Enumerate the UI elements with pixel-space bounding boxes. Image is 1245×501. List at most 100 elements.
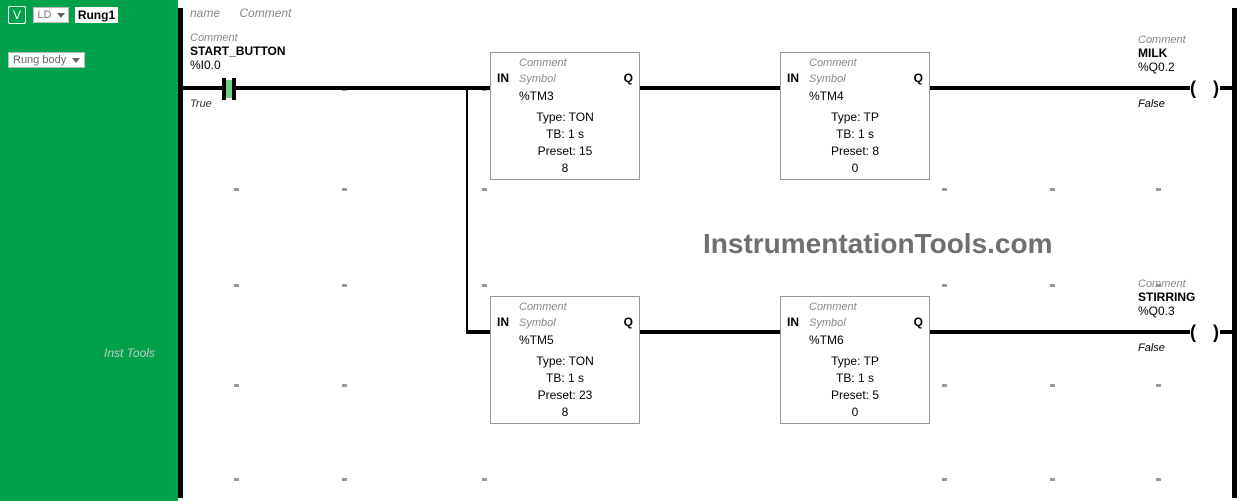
grid-dot bbox=[482, 188, 487, 191]
block-symbol-label: Symbol bbox=[519, 73, 556, 85]
wire bbox=[466, 330, 490, 334]
block-q-port: Q bbox=[914, 315, 923, 329]
timer-block-tm5[interactable]: Comment Symbol %TM5 IN Q Type: TON TB: 1… bbox=[490, 296, 640, 424]
grid-dot bbox=[342, 478, 347, 481]
chevron-down-icon bbox=[57, 13, 65, 18]
block-symbol: %TM6 bbox=[809, 333, 844, 347]
grid-dot bbox=[234, 384, 239, 387]
block-comment-label: Comment bbox=[809, 301, 857, 313]
grid-dot bbox=[1156, 384, 1161, 387]
right-power-rail bbox=[1232, 8, 1237, 498]
block-preset: Preset: 23 bbox=[491, 387, 639, 404]
grid-dot bbox=[342, 384, 347, 387]
grid-dot bbox=[482, 284, 487, 287]
grid-dot bbox=[1050, 188, 1055, 191]
grid-dot bbox=[1050, 478, 1055, 481]
coil-state: False bbox=[1138, 342, 1165, 354]
block-value: 8 bbox=[491, 404, 639, 421]
contact-comment-label: Comment bbox=[190, 32, 286, 44]
timer-block-tm6[interactable]: Comment Symbol %TM6 IN Q Type: TP TB: 1 … bbox=[780, 296, 930, 424]
block-symbol: %TM4 bbox=[809, 89, 844, 103]
start-contact-labels: Comment START_BUTTON %I0.0 bbox=[190, 32, 286, 72]
no-contact-start-button[interactable] bbox=[208, 78, 248, 100]
language-dropdown[interactable]: LD bbox=[33, 7, 69, 23]
block-type: Type: TON bbox=[491, 353, 639, 370]
grid-dot bbox=[1156, 478, 1161, 481]
block-type: Type: TP bbox=[781, 109, 929, 126]
grid-dot bbox=[482, 478, 487, 481]
wire bbox=[466, 86, 490, 90]
grid-dot bbox=[942, 284, 947, 287]
block-q-port: Q bbox=[624, 71, 633, 85]
grid-dot bbox=[1050, 384, 1055, 387]
block-q-port: Q bbox=[624, 315, 633, 329]
block-symbol-label: Symbol bbox=[809, 73, 846, 85]
wire bbox=[1220, 86, 1236, 90]
rung-view-value: Rung body bbox=[13, 54, 66, 66]
wire bbox=[1220, 330, 1236, 334]
block-preset: Preset: 15 bbox=[491, 143, 639, 160]
block-value: 8 bbox=[491, 160, 639, 177]
grid-dot bbox=[1050, 284, 1055, 287]
block-symbol-label: Symbol bbox=[519, 317, 556, 329]
block-symbol: %TM5 bbox=[519, 333, 554, 347]
left-power-rail bbox=[178, 8, 183, 498]
block-tb: TB: 1 s bbox=[491, 126, 639, 143]
block-tb: TB: 1 s bbox=[781, 370, 929, 387]
coil-comment-label: Comment bbox=[1138, 278, 1195, 290]
block-preset: Preset: 8 bbox=[781, 143, 929, 160]
wire bbox=[640, 330, 780, 334]
block-in-port: IN bbox=[497, 315, 509, 329]
wire bbox=[248, 86, 468, 90]
block-value: 0 bbox=[781, 404, 929, 421]
block-q-port: Q bbox=[914, 71, 923, 85]
validate-icon[interactable]: V bbox=[8, 6, 26, 24]
grid-dot bbox=[234, 188, 239, 191]
rung-header-labels: name Comment bbox=[190, 6, 307, 20]
coil-symbol: MILK bbox=[1138, 46, 1186, 60]
grid-dot bbox=[342, 284, 347, 287]
block-comment-label: Comment bbox=[519, 57, 567, 69]
timer-block-tm3[interactable]: Comment Symbol %TM3 IN Q Type: TON TB: 1… bbox=[490, 52, 640, 180]
watermark-text: InstrumentationTools.com bbox=[703, 228, 1053, 260]
ladder-editor[interactable]: name Comment Comment START_BUTTON %I0.0 … bbox=[178, 0, 1245, 501]
block-tb: TB: 1 s bbox=[491, 370, 639, 387]
block-params: Type: TON TB: 1 s Preset: 23 8 bbox=[491, 353, 639, 421]
coil-address: %Q0.3 bbox=[1138, 304, 1195, 318]
wire bbox=[466, 86, 468, 332]
block-in-port: IN bbox=[787, 71, 799, 85]
coil-address: %Q0.2 bbox=[1138, 60, 1186, 74]
coil-state: False bbox=[1138, 98, 1165, 110]
block-value: 0 bbox=[781, 160, 929, 177]
block-comment-label: Comment bbox=[809, 57, 857, 69]
block-type: Type: TP bbox=[781, 353, 929, 370]
sidebar: V LD Rung1 Rung body Inst Tools bbox=[0, 0, 178, 501]
block-preset: Preset: 5 bbox=[781, 387, 929, 404]
grid-dot bbox=[1156, 188, 1161, 191]
block-params: Type: TP TB: 1 s Preset: 5 0 bbox=[781, 353, 929, 421]
coil-symbol: STIRRING bbox=[1138, 290, 1195, 304]
header-name-label: name bbox=[190, 6, 220, 20]
contact-symbol: START_BUTTON bbox=[190, 44, 286, 58]
block-tb: TB: 1 s bbox=[781, 126, 929, 143]
block-symbol-label: Symbol bbox=[809, 317, 846, 329]
timer-block-tm4[interactable]: Comment Symbol %TM4 IN Q Type: TP TB: 1 … bbox=[780, 52, 930, 180]
chevron-down-icon bbox=[72, 58, 80, 63]
output-milk-labels: Comment MILK %Q0.2 bbox=[1138, 34, 1186, 74]
block-symbol: %TM3 bbox=[519, 89, 554, 103]
grid-dot bbox=[942, 478, 947, 481]
rung-view-dropdown[interactable]: Rung body bbox=[8, 52, 85, 68]
grid-dot bbox=[234, 478, 239, 481]
rung-name[interactable]: Rung1 bbox=[75, 7, 118, 23]
wire bbox=[183, 86, 208, 90]
block-in-port: IN bbox=[787, 315, 799, 329]
wire bbox=[640, 86, 780, 90]
block-type: Type: TON bbox=[491, 109, 639, 126]
block-params: Type: TP TB: 1 s Preset: 8 0 bbox=[781, 109, 929, 177]
inst-tools-watermark: Inst Tools bbox=[104, 346, 155, 360]
wire bbox=[930, 330, 1190, 334]
block-in-port: IN bbox=[497, 71, 509, 85]
block-comment-label: Comment bbox=[519, 301, 567, 313]
contact-address: %I0.0 bbox=[190, 58, 286, 72]
output-stirring-labels: Comment STIRRING %Q0.3 bbox=[1138, 278, 1195, 318]
